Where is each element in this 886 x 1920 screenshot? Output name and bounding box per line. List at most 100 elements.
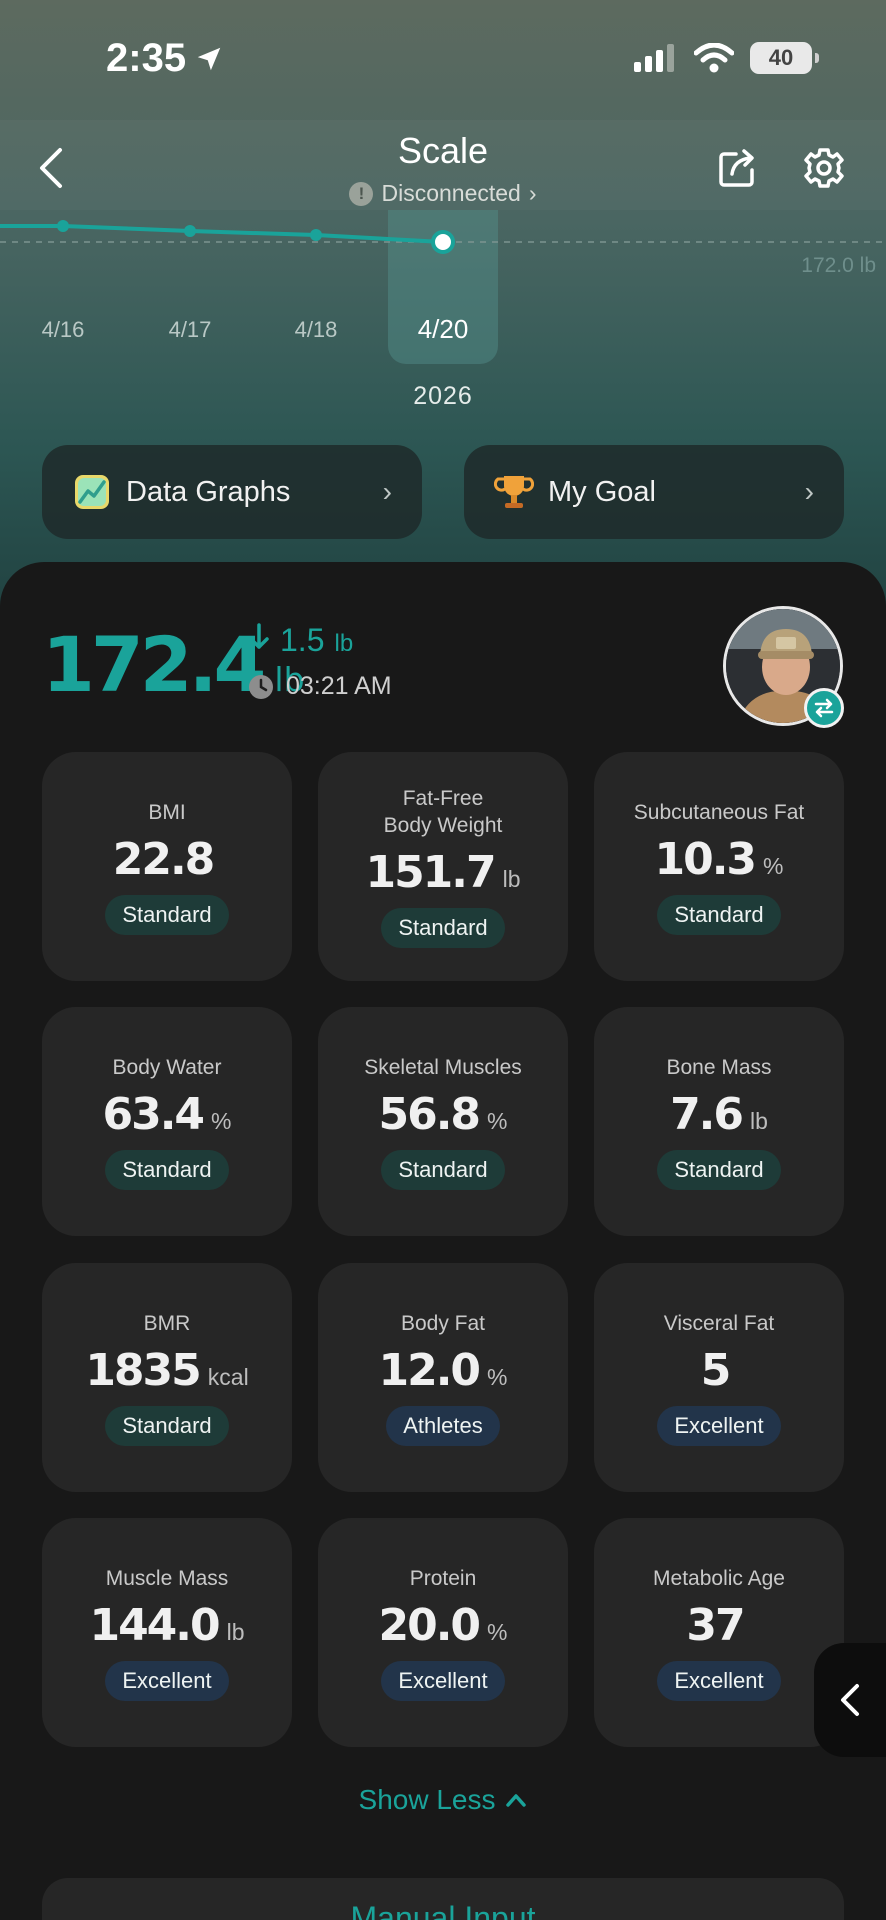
metric-number: 20.0 [378,1599,481,1651]
metric-unit: % [487,1363,508,1390]
settings-button[interactable] [802,146,846,195]
weight-change: 1.5 lb [248,622,353,659]
metric-card-muscle-mass[interactable]: Muscle Mass 144.0 lb Excellent [42,1518,292,1747]
metric-card-body-fat[interactable]: Body Fat 12.0% Athletes [318,1263,568,1492]
weight-change-unit: lb [334,630,354,657]
metric-number: 144.0 [89,1599,220,1651]
metric-value: 144.0 lb [89,1600,244,1651]
status-badge: Standard [381,1149,505,1190]
status-badge: Excellent [105,1660,229,1701]
chart-icon [72,472,112,512]
metric-label: Fat-Free Body Weight [383,787,503,837]
metric-unit: kcal [207,1363,249,1390]
status-badge: Standard [105,1405,229,1446]
status-badge: Standard [657,1149,781,1190]
goal-line-label: 172.0 lb [801,254,876,277]
status-badge: Standard [657,894,781,935]
metric-card-metabolic-age[interactable]: Metabolic Age 37 Excellent [594,1518,844,1747]
my-goal-label: My Goal [548,475,656,508]
share-icon [719,149,754,187]
metric-label: Skeletal Muscles [364,1055,522,1079]
metric-number: 37 [686,1599,745,1651]
metric-card-fat-free-body-weight[interactable]: Fat-Free Body Weight 151.7 lb Standard [318,752,568,981]
metric-card-subcutaneous-fat[interactable]: Subcutaneous Fat 10.3% Standard [594,752,844,981]
metric-number: 10.3 [654,833,757,885]
metric-value: 20.0% [378,1600,507,1651]
metric-label: Body Water [112,1055,222,1079]
metric-card-bmi[interactable]: BMI 22.8 Standard [42,752,292,981]
metric-unit: % [211,1107,232,1134]
metric-card-bone-mass[interactable]: Bone Mass 7.6 lb Standard [594,1007,844,1236]
weight-change-value: 1.5 [280,622,325,658]
metric-number: 7.6 [670,1088,744,1140]
data-graphs-label: Data Graphs [126,475,291,508]
data-graphs-button[interactable]: Data Graphs › [42,445,422,539]
show-less-label: Show Less [358,1784,496,1815]
metric-card-body-water[interactable]: Body Water 63.4% Standard [42,1007,292,1236]
metric-label: Bone Mass [666,1055,772,1079]
chevron-right-icon: › [804,476,814,507]
status-badge: Standard [105,894,229,935]
data-point[interactable] [310,229,322,241]
measurement-time-text: 03:21 AM [286,672,392,700]
metric-value: 151.7 lb [365,847,520,898]
metric-card-visceral-fat[interactable]: Visceral Fat 5 Excellent [594,1263,844,1492]
chevron-right-icon: › [528,180,537,206]
metric-label: Visceral Fat [663,1311,775,1335]
warning-icon: ! [349,181,374,206]
metric-unit: lb [226,1618,245,1645]
status-badge: Standard [105,1149,229,1190]
share-button[interactable] [716,146,760,195]
metric-label: BMR [143,1311,191,1335]
metric-label: Subcutaneous Fat [633,800,805,824]
status-time: 2:35 [106,36,224,81]
metric-card-skeletal-muscles[interactable]: Skeletal Muscles 56.8% Standard [318,1007,568,1236]
metric-label: Protein [409,1566,477,1590]
status-badge: Athletes [386,1405,500,1446]
measurement-time: 03:21 AM [248,672,392,701]
data-point[interactable] [57,220,69,232]
trend-line-svg [0,220,886,254]
status-time-text: 2:35 [106,36,187,80]
connection-status-text: Disconnected [381,180,521,206]
swap-icon [814,698,834,718]
nav-bar: Scale ! Disconnected › [0,120,886,210]
clock-icon [249,674,273,699]
metric-value: 1835 kcal [85,1345,248,1396]
status-badge: Excellent [657,1405,781,1446]
show-less-button[interactable]: Show Less [0,1784,886,1816]
metric-number: 63.4 [102,1088,205,1140]
my-goal-button[interactable]: My Goal › [464,445,844,539]
manual-input-button[interactable]: Manual Input [42,1878,844,1920]
metric-value: 10.3% [654,834,783,885]
chevron-left-icon [841,1684,859,1716]
metric-card-protein[interactable]: Protein 20.0% Excellent [318,1518,568,1747]
status-badge: Standard [381,908,505,948]
metric-label: Metabolic Age [653,1566,785,1590]
metric-card-bmr[interactable]: BMR 1835 kcal Standard [42,1263,292,1492]
manual-input-label: Manual Input [350,1900,536,1920]
gear-icon [804,148,844,188]
metric-value: 7.6 lb [670,1089,768,1140]
weight-trend-graph[interactable]: 172.0 lb 4/16 4/17 4/18 4/20 2026 [0,210,886,410]
metric-unit: lb [502,866,521,892]
metric-value: 56.8% [378,1089,507,1140]
switch-user-button[interactable] [804,688,844,728]
date-label[interactable]: 4/18 [266,317,366,343]
metric-number: 5 [700,1344,732,1396]
status-badge: Excellent [381,1660,505,1701]
date-label[interactable]: 4/17 [140,317,240,343]
chevron-right-icon: › [382,476,392,507]
metric-unit: % [487,1618,508,1645]
side-drawer-tab[interactable] [814,1643,886,1757]
metric-unit: % [487,1107,508,1134]
status-indicators: 40 [634,42,819,74]
selected-data-point[interactable] [431,230,455,254]
status-badge: Excellent [657,1660,781,1701]
trophy-icon [494,472,534,512]
signal-icon [634,44,674,72]
metric-number: 151.7 [365,847,496,898]
data-point[interactable] [184,225,196,237]
date-label[interactable]: 4/16 [13,317,113,343]
date-label-selected[interactable]: 4/20 [393,314,493,345]
